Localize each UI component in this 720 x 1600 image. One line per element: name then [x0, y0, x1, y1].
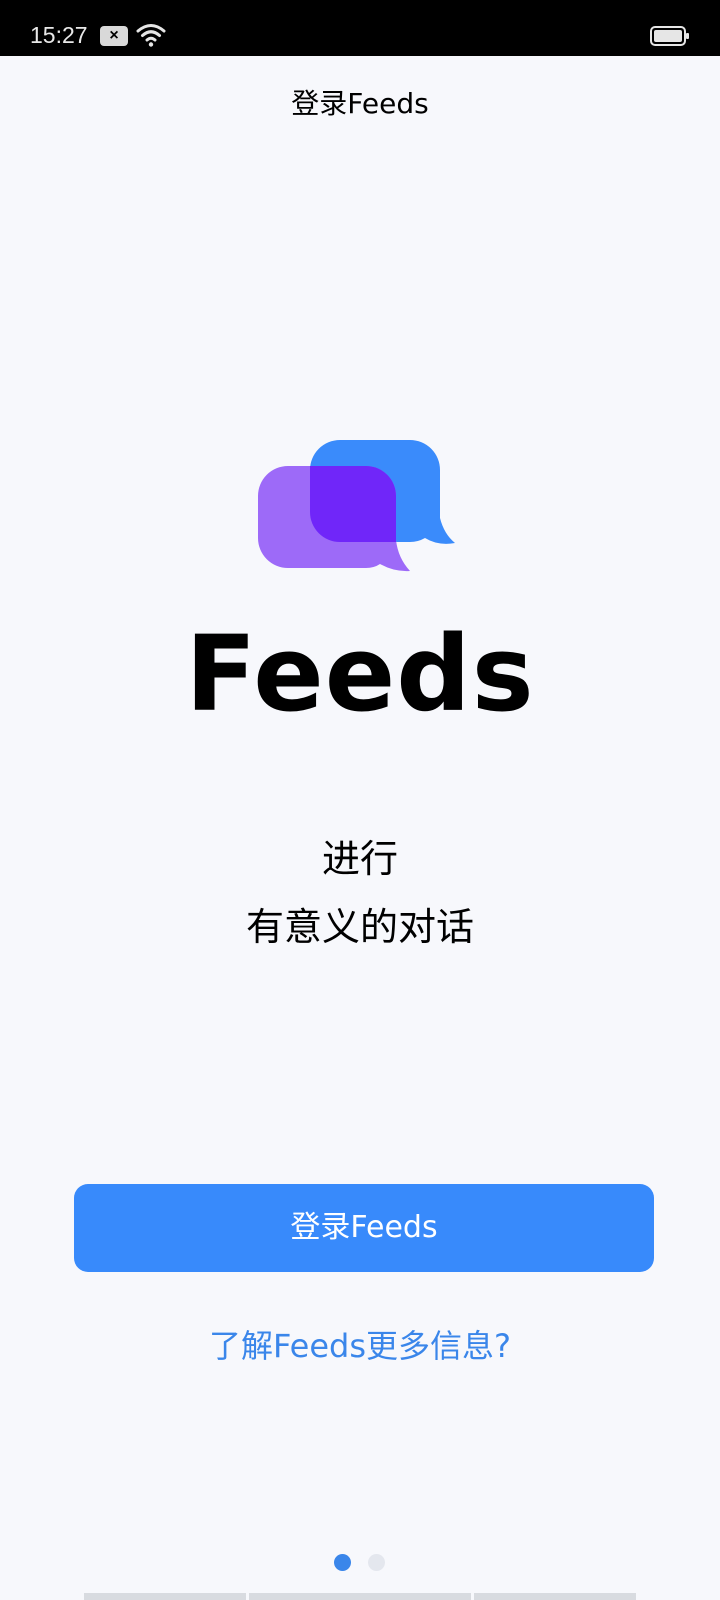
- nav-bar-center: [249, 1593, 471, 1600]
- login-button[interactable]: 登录Feeds: [74, 1184, 654, 1272]
- tagline-line-1: 进行: [321, 837, 398, 881]
- nav-bar-left: [84, 1593, 246, 1600]
- wifi-icon: [136, 24, 166, 47]
- page-indicator: [334, 1554, 386, 1572]
- nav-bar-right: [474, 1593, 636, 1600]
- page-dot-active[interactable]: [334, 1554, 351, 1571]
- status-time: 15:27: [30, 22, 88, 48]
- close-box-icon: ×: [100, 26, 128, 46]
- tagline-line-2: 有意义的对话: [245, 905, 474, 949]
- brand-name: Feeds: [185, 613, 535, 735]
- battery-icon: [650, 26, 689, 46]
- learn-more-link[interactable]: 了解Feeds更多信息?: [0, 1324, 720, 1368]
- page-dot-inactive[interactable]: [368, 1554, 385, 1571]
- chat-bubbles-icon: [258, 440, 455, 572]
- status-bar: 15:27 ×: [0, 0, 720, 56]
- page-title: 登录Feeds: [291, 87, 429, 120]
